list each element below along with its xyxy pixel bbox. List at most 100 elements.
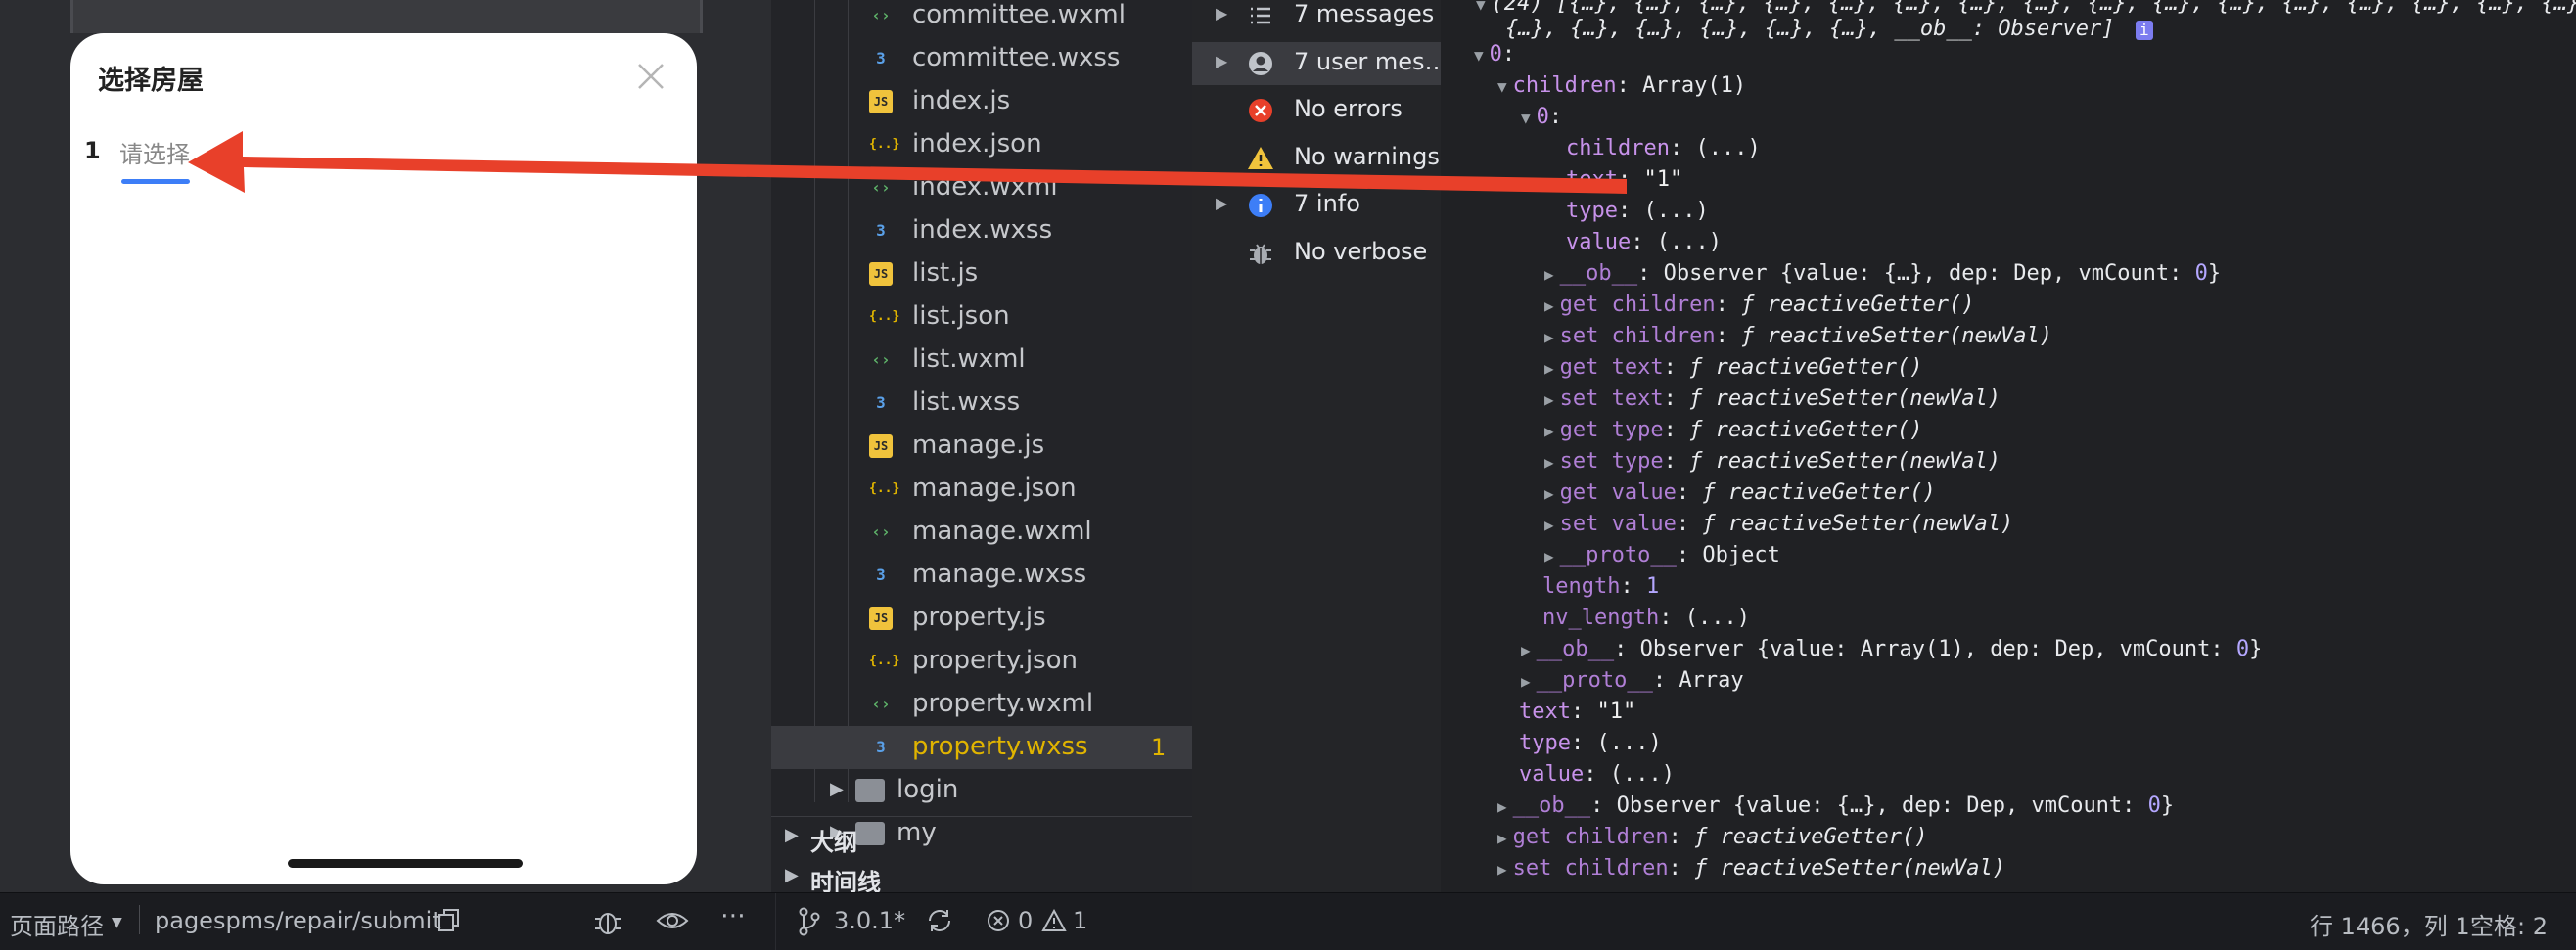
- console-object-line[interactable]: ▶ get text: ƒ reactiveGetter(): [1544, 352, 1923, 384]
- chevron-right-icon[interactable]: ▶: [1544, 547, 1554, 565]
- file-item[interactable]: 3 property.wxss 1: [771, 726, 1192, 769]
- chevron-right-icon[interactable]: ▶: [1544, 296, 1554, 315]
- console-object-line[interactable]: ▶ get children: ƒ reactiveGetter(): [1497, 822, 1928, 853]
- git-branch-icon[interactable]: [799, 907, 820, 936]
- file-item[interactable]: ‹› index.wxml: [771, 166, 1192, 209]
- console-token: :: [1501, 42, 1516, 67]
- file-item[interactable]: 3 manage.wxss: [771, 554, 1192, 597]
- eye-icon[interactable]: [656, 909, 689, 932]
- console-object-line[interactable]: ▶ __ob__: Observer {value: {…}, dep: Dep,…: [1497, 791, 2174, 822]
- console-object-line: type: (...): [1566, 196, 1709, 227]
- sync-icon[interactable]: [926, 907, 953, 934]
- chevron-down-icon[interactable]: ▼: [1497, 77, 1507, 96]
- console-token: :: [1715, 293, 1742, 317]
- chevron-right-icon[interactable]: ▶: [1544, 359, 1554, 378]
- file-item[interactable]: {..} property.json: [771, 640, 1192, 683]
- console-object-line[interactable]: ▶ set text: ƒ reactiveSetter(newVal): [1544, 384, 2001, 415]
- console-filter-item[interactable]: ▶ 7 messages: [1192, 0, 1441, 37]
- home-indicator: [288, 859, 523, 868]
- console-object-line[interactable]: ▼ 0:: [1521, 102, 1562, 133]
- step-tab-please-select[interactable]: 请选择: [119, 135, 190, 169]
- file-item[interactable]: 3 list.wxss: [771, 382, 1192, 425]
- warning-icon[interactable]: [1041, 909, 1067, 932]
- console-object-line[interactable]: ▼ children: Array(1): [1497, 70, 1746, 102]
- console-object-line[interactable]: ▶ __proto__: Array: [1521, 665, 1744, 697]
- indent-info[interactable]: 空格: 2: [2470, 907, 2548, 941]
- console-object-line[interactable]: ▶ set children: ƒ reactiveSetter(newVal): [1497, 853, 2005, 884]
- console-token: 0: [2194, 261, 2208, 286]
- file-item[interactable]: JS index.js: [771, 80, 1192, 123]
- more-icon[interactable]: ⋯: [720, 901, 746, 930]
- chevron-right-icon[interactable]: ▶: [1521, 672, 1531, 691]
- chevron-right-icon[interactable]: ▶: [1544, 422, 1554, 440]
- file-item[interactable]: ‹› committee.wxml: [771, 0, 1192, 37]
- console-filter-item[interactable]: No warnings: [1192, 137, 1441, 180]
- file-item[interactable]: JS manage.js: [771, 425, 1192, 468]
- file-item[interactable]: ‹› list.wxml: [771, 339, 1192, 382]
- chevron-right-icon[interactable]: ▶: [1521, 641, 1531, 659]
- chevron-right-icon[interactable]: ▶: [1544, 516, 1554, 534]
- page-path-label[interactable]: 页面路径: [10, 907, 104, 941]
- console-token: : Array: [1652, 668, 1744, 693]
- console-token: 0: [1489, 42, 1502, 67]
- console-object-line[interactable]: ▶ __proto__: Object: [1544, 540, 1780, 571]
- chevron-right-icon[interactable]: ▶: [1216, 52, 1227, 70]
- timeline-label: 时间线: [810, 869, 881, 892]
- chevron-right-icon[interactable]: ▶: [1216, 194, 1227, 212]
- close-icon[interactable]: [633, 59, 668, 94]
- console-object-line[interactable]: ▶ get children: ƒ reactiveGetter(): [1544, 290, 1975, 321]
- wxss-file-icon: 3: [876, 393, 886, 412]
- chevron-right-icon[interactable]: ▶: [1497, 860, 1507, 879]
- errors-count[interactable]: 0: [1018, 907, 1033, 934]
- file-item[interactable]: ‹› manage.wxml: [771, 511, 1192, 554]
- copy-icon[interactable]: [438, 909, 460, 932]
- file-item[interactable]: 3 index.wxss: [771, 209, 1192, 252]
- wxml-file-icon: ‹›: [871, 695, 891, 713]
- json-file-icon: {..}: [869, 309, 900, 324]
- chevron-right-icon[interactable]: ▶: [1544, 328, 1554, 346]
- chevron-right-icon[interactable]: ▶: [1544, 390, 1554, 409]
- file-item[interactable]: 3 committee.wxss: [771, 37, 1192, 80]
- file-item[interactable]: {..} manage.json: [771, 468, 1192, 511]
- chevron-right-icon[interactable]: ▶: [1544, 484, 1554, 503]
- chevron-right-icon[interactable]: ▶: [1497, 829, 1507, 847]
- chevron-right-icon[interactable]: ▶: [1216, 4, 1227, 23]
- file-item[interactable]: {..} index.json: [771, 123, 1192, 166]
- console-object-line[interactable]: ▶ set type: ƒ reactiveSetter(newVal): [1544, 446, 2001, 477]
- console-filter-label: 7 user mes…: [1294, 47, 1449, 75]
- console-object-line[interactable]: ▶ get type: ƒ reactiveGetter(): [1544, 415, 1923, 446]
- console-token: : (...): [1631, 230, 1722, 254]
- console-token: }: [2249, 637, 2263, 661]
- console-token: children: [1566, 136, 1670, 160]
- console-object-line[interactable]: ▶ set value: ƒ reactiveSetter(newVal): [1544, 509, 2013, 540]
- chevron-right-icon[interactable]: ▶: [1544, 453, 1554, 472]
- file-item[interactable]: ‹› property.wxml: [771, 683, 1192, 726]
- console-filter-item[interactable]: ▶ 7 user mes…: [1192, 41, 1449, 85]
- warnings-count[interactable]: 1: [1073, 907, 1087, 934]
- chevron-right-icon[interactable]: ▶: [1497, 797, 1507, 816]
- debug-icon[interactable]: [591, 907, 624, 936]
- timeline-section[interactable]: ▶ 时间线: [771, 857, 1192, 892]
- console-object-line[interactable]: ▶ __ob__: Observer {value: Array(1), dep:…: [1521, 634, 2262, 665]
- console-object-line[interactable]: ▶ __ob__: Observer {value: {…}, dep: Dep,…: [1544, 258, 2221, 290]
- file-item[interactable]: JS property.js: [771, 597, 1192, 640]
- console-filter-item[interactable]: ▶ 7 info: [1192, 184, 1441, 227]
- chevron-down-icon[interactable]: ▼: [112, 915, 122, 930]
- folder-item[interactable]: ▶ login: [771, 769, 1192, 812]
- file-item[interactable]: {..} list.json: [771, 295, 1192, 339]
- console-object-line[interactable]: ▶ set children: ƒ reactiveSetter(newVal): [1544, 321, 2052, 352]
- console-filter-item[interactable]: No errors: [1192, 89, 1441, 132]
- console-object-line[interactable]: ▼ 0:: [1474, 39, 1515, 70]
- chevron-right-icon[interactable]: ▶: [1544, 265, 1554, 284]
- console-token: ƒ reactiveSetter(newVal): [1689, 449, 2001, 474]
- git-branch-label[interactable]: 3.0.1*: [834, 907, 905, 934]
- file-name: index.js: [912, 86, 1011, 115]
- error-icon[interactable]: [987, 909, 1010, 932]
- file-item[interactable]: JS list.js: [771, 252, 1192, 295]
- console-object-line[interactable]: ▶ get value: ƒ reactiveGetter(): [1544, 477, 1936, 509]
- chevron-down-icon[interactable]: ▼: [1521, 109, 1531, 127]
- cursor-position[interactable]: 行 1466，列 1: [2310, 907, 2470, 941]
- console-filter-item[interactable]: No verbose: [1192, 232, 1441, 275]
- outline-section[interactable]: ▶ 大纲: [771, 816, 1192, 858]
- chevron-down-icon[interactable]: ▼: [1474, 46, 1484, 65]
